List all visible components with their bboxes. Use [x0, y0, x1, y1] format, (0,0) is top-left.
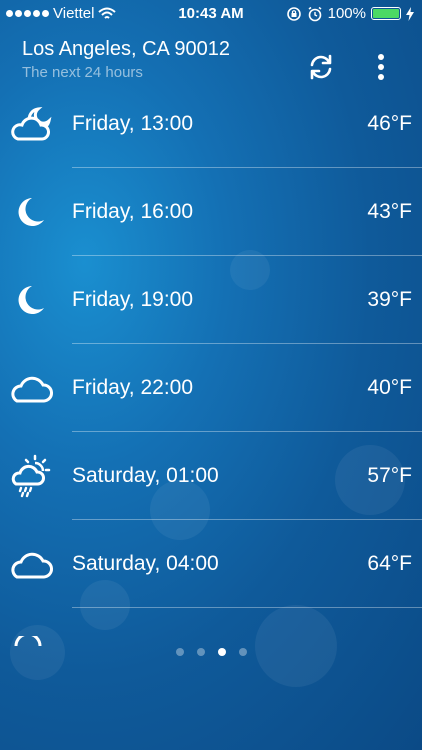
- battery-icon: [371, 7, 401, 20]
- location-title: Los Angeles, CA 90012: [22, 38, 230, 60]
- location-header: Los Angeles, CA 90012 The next 24 hours: [22, 38, 230, 81]
- forecast-temp: 40°F: [367, 376, 412, 399]
- page-indicator[interactable]: [0, 648, 422, 656]
- forecast-temp: 39°F: [367, 288, 412, 311]
- cloud-icon: [11, 552, 53, 579]
- more-vertical-icon: [378, 54, 384, 80]
- refresh-icon: [310, 54, 332, 80]
- forecast-temp: 57°F: [367, 464, 412, 487]
- forecast-temp: 43°F: [367, 200, 412, 223]
- forecast-subtitle: The next 24 hours: [22, 64, 143, 81]
- page-dot[interactable]: [175, 648, 184, 656]
- forecast-temp: 46°F: [367, 112, 412, 135]
- forecast-time: Saturday, 01:00: [72, 464, 219, 487]
- page-dot[interactable]: [217, 648, 226, 656]
- forecast-row[interactable]: Friday, 22:00 40°F: [0, 344, 422, 432]
- moon-icon: [18, 198, 44, 226]
- forecast-time: Friday, 19:00: [72, 288, 194, 311]
- rotation-lock-icon: [286, 6, 301, 21]
- status-right: 100%: [286, 5, 414, 22]
- charging-icon: [406, 6, 414, 21]
- more-menu-button[interactable]: [366, 52, 396, 82]
- forecast-time: Friday, 22:00: [72, 376, 194, 399]
- forecast-row[interactable]: Saturday, 04:00 64°F: [0, 520, 422, 608]
- refresh-button[interactable]: [306, 52, 336, 82]
- battery-percent: 100%: [327, 5, 366, 22]
- cloud-icon: [11, 376, 53, 403]
- status-bar: Viettel 10:43 AM 100%: [0, 0, 422, 28]
- forecast-row[interactable]: Friday, 13:00 46°F: [0, 80, 422, 168]
- forecast-time: Friday, 13:00: [72, 112, 194, 135]
- page-dot[interactable]: [238, 648, 247, 656]
- partly-cloudy-night-icon: [11, 106, 52, 141]
- forecast-time: Friday, 16:00: [72, 200, 194, 223]
- sun-cloud-rain-icon: [11, 454, 51, 498]
- moon-icon: [18, 286, 44, 314]
- forecast-temp: 64°F: [367, 552, 412, 575]
- forecast-time: Saturday, 04:00: [72, 552, 219, 575]
- alarm-icon: [308, 6, 322, 21]
- page-dot[interactable]: [196, 648, 205, 656]
- row-divider: [72, 607, 422, 608]
- cloud-icon: [14, 636, 42, 646]
- forecast-row[interactable]: Friday, 19:00 39°F: [0, 256, 422, 344]
- forecast-row[interactable]: Saturday, 01:00 57°F: [0, 432, 422, 520]
- forecast-row[interactable]: Friday, 16:00 43°F: [0, 168, 422, 256]
